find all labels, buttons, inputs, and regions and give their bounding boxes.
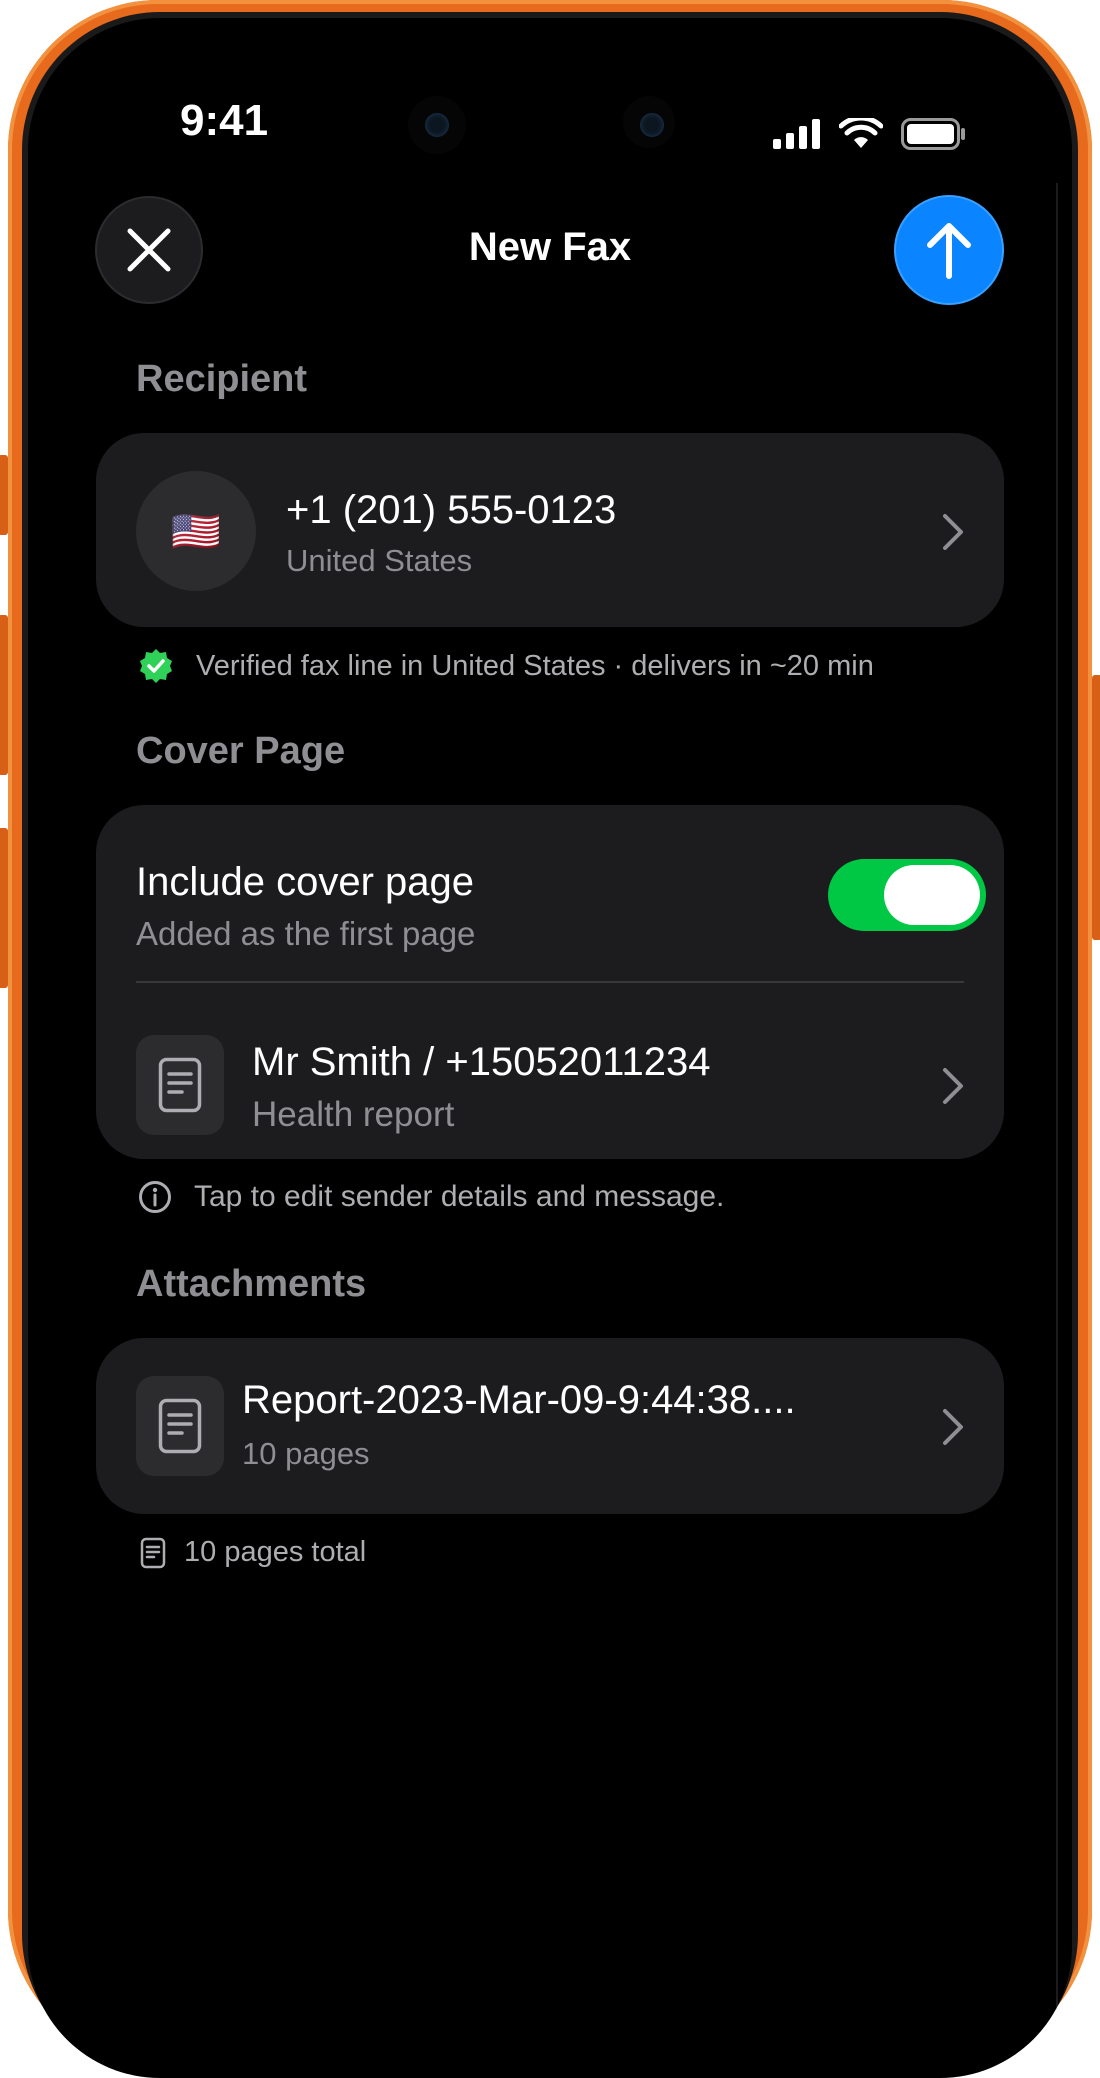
recipient-country: United States [286,543,473,578]
send-button[interactable] [894,195,1004,305]
cover-page-toggle[interactable] [828,859,986,931]
recipient-number: +1 (201) 555-0123 [286,488,617,532]
signal-icon [773,119,820,149]
flag-avatar: 🇺🇸 [136,471,256,591]
attachment-name: Report-2023-Mar-09-9:44:38.... [242,1378,796,1422]
arrow-up-icon [927,223,971,279]
cover-sender[interactable]: Mr Smith / +15052011234 [252,1040,710,1085]
status-icons [773,118,967,150]
side-button [0,455,8,535]
cover-toggle-label: Include cover page [136,860,475,904]
attachment-pages: 10 pages [242,1436,370,1471]
battery-icon [901,118,965,150]
verified-badge-icon [140,649,172,683]
pages-total-text: 10 pages total [184,1536,367,1568]
cover-info-text: Tap to edit sender details and message. [194,1180,725,1213]
cover-page-card: Include cover page Added as the first pa… [96,805,1004,1159]
recipient-card[interactable]: 🇺🇸 +1 (201) 555-0123 United States [96,433,1004,627]
side-button [1092,675,1100,940]
pages-total-note: 10 pages total [140,1536,366,1569]
chevron-right-icon [943,514,963,550]
document-icon [158,1057,202,1113]
info-icon [139,1181,171,1213]
side-button [0,828,8,988]
section-title-recipient: Recipient [136,358,308,400]
scroll-edge [1056,183,1058,2078]
section-title-cover-page: Cover Page [136,730,346,772]
toggle-knob [884,865,980,925]
document-small-icon [140,1537,166,1568]
cover-doc-tile [136,1035,224,1135]
verified-note: Verified fax line in United States · del… [138,648,874,684]
us-flag-icon: 🇺🇸 [171,509,221,554]
attachment-doc-tile [136,1376,224,1476]
cover-info-note: Tap to edit sender details and message. [138,1180,724,1214]
screen: 9:41 New Fax Recipient 🇺🇸 +1 (201) 555-0… [28,18,1072,2078]
chevron-right-icon[interactable] [942,1067,964,1105]
divider [136,981,964,983]
attachment-card[interactable]: Report-2023-Mar-09-9:44:38.... 10 pages [96,1338,1004,1514]
status-time: 9:41 [180,96,269,145]
sensor-icon [623,96,675,148]
side-button [0,615,8,775]
chevron-right-icon [943,1409,963,1445]
section-title-attachments: Attachments [136,1263,367,1305]
wifi-icon [839,118,883,148]
camera-lens-icon [408,96,466,154]
cover-subject: Health report [252,1095,455,1134]
document-icon [158,1398,202,1454]
cover-toggle-sublabel: Added as the first page [136,915,476,952]
verified-note-text: Verified fax line in United States · del… [196,649,874,682]
